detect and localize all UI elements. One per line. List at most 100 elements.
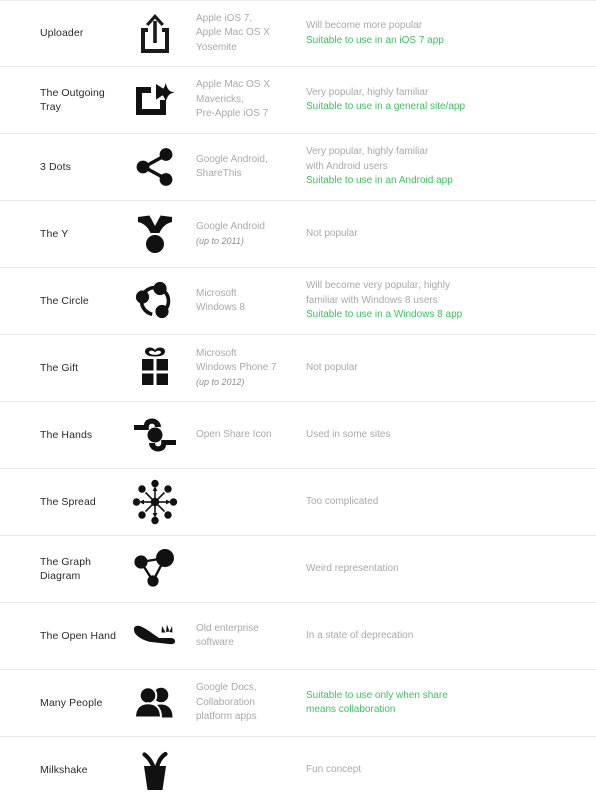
platform-line: Apple Mac OS X	[196, 79, 270, 91]
note-line: familiar with Windows 8 users	[306, 294, 438, 306]
platform-sub-note: (up to 2011)	[196, 235, 244, 246]
platform-cell: Apple Mac OS X Mavericks, Pre-Apple iOS 7	[190, 78, 303, 122]
recommendation-line: means collaboration	[306, 704, 396, 715]
notes-cell: Will become very popular; highly familiar…	[303, 279, 596, 323]
the-circle-icon	[135, 281, 172, 319]
platform-line: Google Docs,	[196, 682, 257, 694]
table-row: The Circle Microsoft Windows 8 Will become…	[0, 268, 596, 335]
icon-name-cell: 3 Dots	[40, 160, 71, 173]
notes-cell: Weird representation	[303, 562, 596, 577]
notes-cell: Suitable to use only when share means col…	[303, 689, 596, 718]
platform-line: Pre-Apple iOS 7	[196, 108, 269, 120]
note-line: Too complicated	[306, 495, 379, 507]
notes-cell: Fun concept	[303, 763, 596, 778]
the-spread-icon	[132, 479, 178, 525]
table-row: Milkshake Fun concept	[0, 737, 596, 804]
table-row: Many People Google Docs, Collaboration pla…	[0, 670, 596, 737]
recommendation-line: Suitable to use in an iOS 7 app	[306, 34, 444, 46]
notes-cell: Very popular, highly familiar with Androi…	[303, 145, 596, 189]
milkshake-icon	[120, 748, 190, 794]
notes-cell: Not popular	[303, 227, 596, 242]
icon-name-cell: Many People	[40, 696, 103, 709]
the-hands-icon	[120, 417, 190, 453]
note-line: Fun concept	[306, 764, 362, 776]
recommendation-line: Suitable to use only when share	[306, 689, 448, 701]
platform-line: Open Share Icon	[196, 428, 272, 440]
table-row: Uploader Apple iOS 7, Apple Mac OS X Yosem…	[0, 0, 596, 67]
note-line: Not popular	[306, 227, 358, 239]
platform-cell: Google Android (up to 2011)	[190, 220, 303, 248]
notes-cell: Very popular, highly familiar Suitable to…	[303, 86, 596, 115]
platform-line: Microsoft	[196, 287, 237, 299]
ios-share-upload-icon	[141, 13, 169, 53]
icon-name-cell: Uploader	[40, 27, 84, 40]
platform-line: Apple Mac OS X	[196, 27, 270, 39]
the-hands-icon	[134, 418, 176, 452]
the-y-icon	[138, 215, 172, 253]
platform-cell: Open Share Icon	[190, 428, 303, 443]
three-dots-share-icon	[120, 147, 190, 187]
platform-line: Collaboration	[196, 696, 255, 708]
icon-name-cell: The Open Hand	[40, 629, 117, 642]
the-open-hand-icon	[134, 624, 176, 645]
many-people-icon	[133, 686, 173, 719]
the-gift-icon	[142, 347, 168, 385]
note-line: with Android users	[306, 160, 388, 172]
notes-cell: Will become more popular Suitable to use …	[303, 19, 596, 48]
icon-name-cell: The Spread	[40, 495, 96, 508]
platform-cell: Microsoft Windows Phone 7 (up to 2012)	[190, 347, 303, 389]
platform-line: Google Android	[196, 221, 265, 233]
icon-name-cell: The Circle	[40, 294, 89, 307]
share-icon-comparison-table: Uploader Apple iOS 7, Apple Mac OS X Yosem…	[0, 0, 596, 804]
note-line: Will become more popular	[306, 20, 423, 31]
platform-cell: Apple iOS 7, Apple Mac OS X Yosemite	[190, 12, 303, 56]
platform-line: Old enterprise	[196, 622, 259, 634]
table-row: The Hands Open Share Icon Used in some si…	[0, 402, 596, 469]
note-line: In a state of deprecation	[306, 629, 414, 641]
icon-name-cell: The Graph Diagram	[40, 555, 92, 582]
notes-cell: Not popular	[303, 361, 596, 376]
platform-line: Windows 8	[196, 302, 245, 313]
outgoing-tray-icon	[120, 81, 190, 119]
platform-cell: Google Docs, Collaboration platform apps	[190, 681, 303, 725]
icon-name-cell: The Gift	[40, 361, 79, 374]
notes-cell: Used in some sites	[303, 428, 596, 443]
recommendation-line: Suitable to use in a general site/app	[306, 101, 465, 112]
note-line: Not popular	[306, 361, 358, 373]
table-row: The Gift Microsoft Windows Phone 7 (up to …	[0, 335, 596, 402]
the-graph-diagram-icon	[120, 548, 190, 590]
platform-line: platform apps	[196, 711, 257, 723]
the-graph-diagram-icon	[134, 549, 174, 587]
platform-sub-note: (up to 2012)	[196, 376, 245, 387]
platform-line: Microsoft	[196, 347, 237, 359]
note-line: Weird representation	[306, 562, 399, 574]
table-row: The Graph Diagram Weird representation	[0, 536, 596, 603]
table-row: 3 Dots Google Android, ShareThis Very popu…	[0, 134, 596, 201]
the-circle-icon	[120, 281, 190, 321]
platform-cell: Old enterprise software	[190, 622, 303, 651]
notes-cell: Too complicated	[303, 495, 596, 510]
platform-line: Windows Phone 7	[196, 362, 277, 374]
platform-cell: Google Android, ShareThis	[190, 153, 303, 182]
icon-name-cell: The Y	[40, 227, 69, 240]
the-spread-icon	[120, 478, 190, 526]
platform-line: software	[196, 637, 234, 648]
the-open-hand-icon	[120, 620, 190, 652]
platform-line: ShareThis	[196, 168, 242, 179]
milkshake-icon	[142, 751, 168, 790]
icon-name-cell: The Hands	[40, 428, 93, 441]
icon-name-cell: Milkshake	[40, 764, 88, 777]
outgoing-tray-icon	[136, 83, 175, 115]
note-line: Very popular, highly familiar	[306, 86, 429, 98]
platform-line: Apple iOS 7,	[196, 12, 253, 24]
note-line: Used in some sites	[306, 428, 391, 440]
notes-cell: In a state of deprecation	[303, 629, 596, 644]
platform-line: Yosemite	[196, 41, 237, 53]
many-people-icon	[120, 686, 190, 720]
the-gift-icon	[120, 346, 190, 390]
note-line: Very popular, highly familiar	[306, 146, 429, 158]
platform-cell: Microsoft Windows 8	[190, 287, 303, 316]
recommendation-line: Suitable to use in a Windows 8 app	[306, 309, 463, 321]
recommendation-line: Suitable to use in an Android app	[306, 175, 453, 187]
three-dots-share-icon	[136, 148, 173, 186]
